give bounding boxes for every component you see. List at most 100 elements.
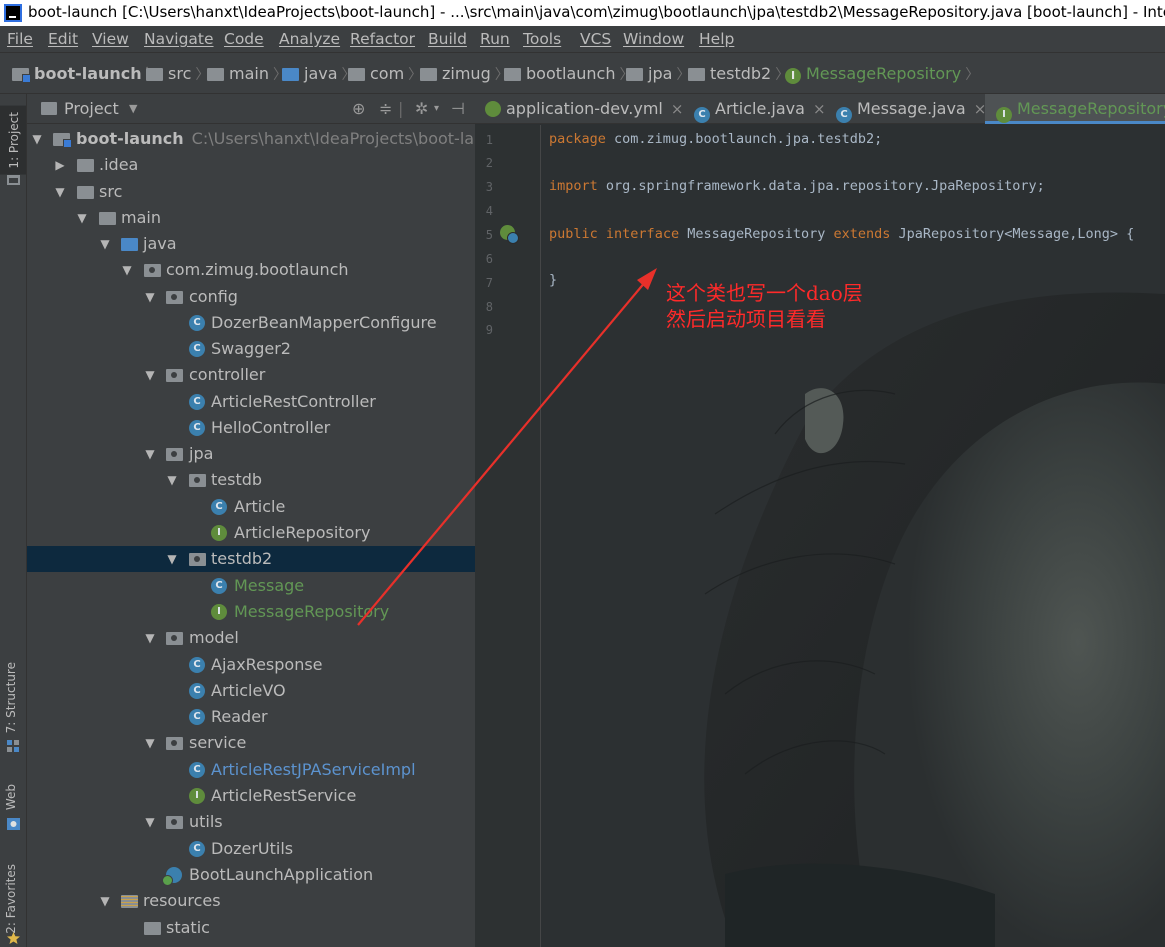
source-folder-icon: [121, 238, 138, 251]
tree-item-static[interactable]: static: [27, 915, 475, 941]
tree-item-articlerestservice[interactable]: I ArticleRestService: [27, 783, 475, 809]
tree-item-articlerestjpaserviceimpl[interactable]: C ArticleRestJPAServiceImpl: [27, 757, 475, 783]
tree-item-dozerutils[interactable]: C DozerUtils: [27, 836, 475, 862]
code-line-7[interactable]: }: [549, 272, 557, 288]
code-line-5[interactable]: public interface MessageRepository exten…: [549, 226, 1134, 242]
class-icon: C: [189, 394, 205, 410]
breadcrumb-com[interactable]: com 〉: [348, 64, 422, 84]
breadcrumb-label: com: [370, 64, 405, 83]
expand-arrow-icon[interactable]: ▼: [144, 730, 156, 756]
implemented-gutter-icon[interactable]: [500, 225, 519, 244]
tree-item-utils[interactable]: ▼ utils: [27, 809, 475, 835]
close-icon[interactable]: ×: [671, 100, 684, 118]
web-tool-tab[interactable]: Web: [4, 784, 18, 810]
menu-run[interactable]: Run: [480, 26, 510, 52]
favorites-tool-tab[interactable]: 2: Favorites: [4, 864, 18, 934]
expand-arrow-icon[interactable]: ▼: [144, 284, 156, 310]
breadcrumb-zimug[interactable]: zimug 〉: [420, 64, 509, 84]
menu-navigate[interactable]: Navigate: [144, 26, 214, 52]
tree-item-src[interactable]: ▼ src: [27, 179, 475, 205]
expand-arrow-icon[interactable]: ▼: [99, 888, 111, 914]
tab-application-dev-yml[interactable]: application-dev.yml ×: [485, 94, 683, 124]
menu-file[interactable]: File: [7, 26, 33, 52]
breadcrumb-boot-launch[interactable]: boot-launch〉: [12, 64, 160, 84]
expand-arrow-icon[interactable]: ▼: [121, 257, 133, 283]
tree-item-model[interactable]: ▼ model: [27, 625, 475, 651]
tree-item-hellocontroller[interactable]: C HelloController: [27, 415, 475, 441]
breadcrumb-testdb2[interactable]: testdb2 〉: [688, 64, 789, 84]
tree-item-dozerbeanmapperconfigure[interactable]: C DozerBeanMapperConfigure: [27, 310, 475, 336]
breadcrumb-bootlaunch[interactable]: bootlaunch〉: [504, 64, 633, 84]
tree-item-bootlaunchapplication[interactable]: BootLaunchApplication: [27, 862, 475, 888]
menu-help[interactable]: Help: [699, 26, 734, 52]
tree-item-config[interactable]: ▼ config: [27, 284, 475, 310]
project-view-icon: [41, 102, 57, 115]
tree-item-swagger2[interactable]: C Swagger2: [27, 336, 475, 362]
expand-arrow-icon[interactable]: ▼: [144, 625, 156, 651]
expand-arrow-icon[interactable]: ▼: [144, 809, 156, 835]
close-icon[interactable]: ×: [813, 100, 826, 118]
tab-message-java[interactable]: C Message.java ×: [836, 94, 986, 124]
tree-item-ajaxresponse[interactable]: C AjaxResponse: [27, 652, 475, 678]
menu-code[interactable]: Code: [224, 26, 264, 52]
class-icon: C: [189, 420, 205, 436]
tree-item-main[interactable]: ▼ main: [27, 205, 475, 231]
tree-item-reader[interactable]: C Reader: [27, 704, 475, 730]
expand-arrow-icon[interactable]: ▼: [99, 231, 111, 257]
menu-build[interactable]: Build: [428, 26, 467, 52]
tree-item-idea[interactable]: ▶ .idea: [27, 152, 475, 178]
breadcrumb-jpa[interactable]: jpa 〉: [626, 64, 690, 84]
tree-item-message[interactable]: C Message: [27, 573, 475, 599]
menu-analyze[interactable]: Analyze: [279, 26, 340, 52]
expand-arrow-icon[interactable]: ▼: [54, 179, 66, 205]
tree-item-service[interactable]: ▼ service: [27, 730, 475, 756]
gear-icon[interactable]: ✲: [415, 94, 428, 124]
expand-arrow-icon[interactable]: ▼: [144, 441, 156, 467]
menu-tools[interactable]: Tools: [523, 26, 561, 52]
tree-item-articlevo[interactable]: C ArticleVO: [27, 678, 475, 704]
tree-item-messagerepository[interactable]: I MessageRepository: [27, 599, 475, 625]
interface-name: MessageRepository: [679, 226, 834, 242]
tab-messagerepository-java[interactable]: I MessageRepository.java: [985, 94, 1165, 124]
breadcrumb-src[interactable]: src 〉: [146, 64, 209, 84]
menu-refactor[interactable]: Refactor: [350, 26, 415, 52]
menu-vcs[interactable]: VCS: [580, 26, 611, 52]
tree-item-resources[interactable]: ▼ resources: [27, 888, 475, 914]
hide-panel-icon[interactable]: ⊣: [451, 94, 465, 124]
folder-icon: [77, 159, 94, 172]
tree-item-jpa[interactable]: ▼ jpa: [27, 441, 475, 467]
tree-item-testdb2[interactable]: ▼ testdb2: [27, 546, 475, 572]
project-view-selector[interactable]: Project: [64, 94, 119, 124]
locate-file-icon[interactable]: ⊕: [352, 94, 365, 124]
tab-article-java[interactable]: C Article.java ×: [694, 94, 826, 124]
tree-item-controller[interactable]: ▼ controller: [27, 362, 475, 388]
breadcrumb-java[interactable]: java〉: [282, 64, 356, 84]
chevron-down-icon[interactable]: ▾: [434, 94, 439, 124]
collapsed-arrow-icon[interactable]: ▶: [54, 152, 66, 178]
code-line-3[interactable]: import org.springframework.data.jpa.repo…: [549, 178, 1045, 194]
code-line-1[interactable]: package com.zimug.bootlaunch.jpa.testdb2…: [549, 131, 882, 147]
menu-edit[interactable]: Edit: [48, 26, 78, 52]
tree-item-articlerepository[interactable]: I ArticleRepository: [27, 520, 475, 546]
expand-arrow-icon[interactable]: ▼: [31, 126, 43, 152]
expand-arrow-icon[interactable]: ▼: [166, 546, 178, 572]
expand-arrow-icon[interactable]: ▼: [166, 467, 178, 493]
collapse-all-icon[interactable]: ≑: [379, 94, 392, 124]
expand-arrow-icon[interactable]: ▼: [144, 362, 156, 388]
menu-view[interactable]: View: [92, 26, 129, 52]
structure-tool-tab[interactable]: 7: Structure: [4, 662, 18, 733]
tree-item-article[interactable]: C Article: [27, 494, 475, 520]
dropdown-arrow-icon[interactable]: ▼: [129, 94, 137, 124]
project-tool-tab[interactable]: 1: Project: [0, 106, 26, 175]
expand-arrow-icon[interactable]: ▼: [76, 205, 88, 231]
tree-item-java[interactable]: ▼ java: [27, 231, 475, 257]
tree-item-com-zimug-bootlaunch[interactable]: ▼ com.zimug.bootlaunch: [27, 257, 475, 283]
tree-item-articlerestcontroller[interactable]: C ArticleRestController: [27, 389, 475, 415]
package-icon: [144, 264, 161, 277]
breadcrumb-main[interactable]: main 〉: [207, 64, 287, 84]
breadcrumb-messagerepository[interactable]: I MessageRepository 〉: [785, 64, 979, 84]
tree-item-label: controller: [189, 365, 266, 384]
tree-item-testdb[interactable]: ▼ testdb: [27, 467, 475, 493]
tree-item-boot-launch[interactable]: ▼ boot-launch C:\Users\hanxt\IdeaProjects\…: [27, 126, 475, 152]
menu-window[interactable]: Window: [623, 26, 684, 52]
